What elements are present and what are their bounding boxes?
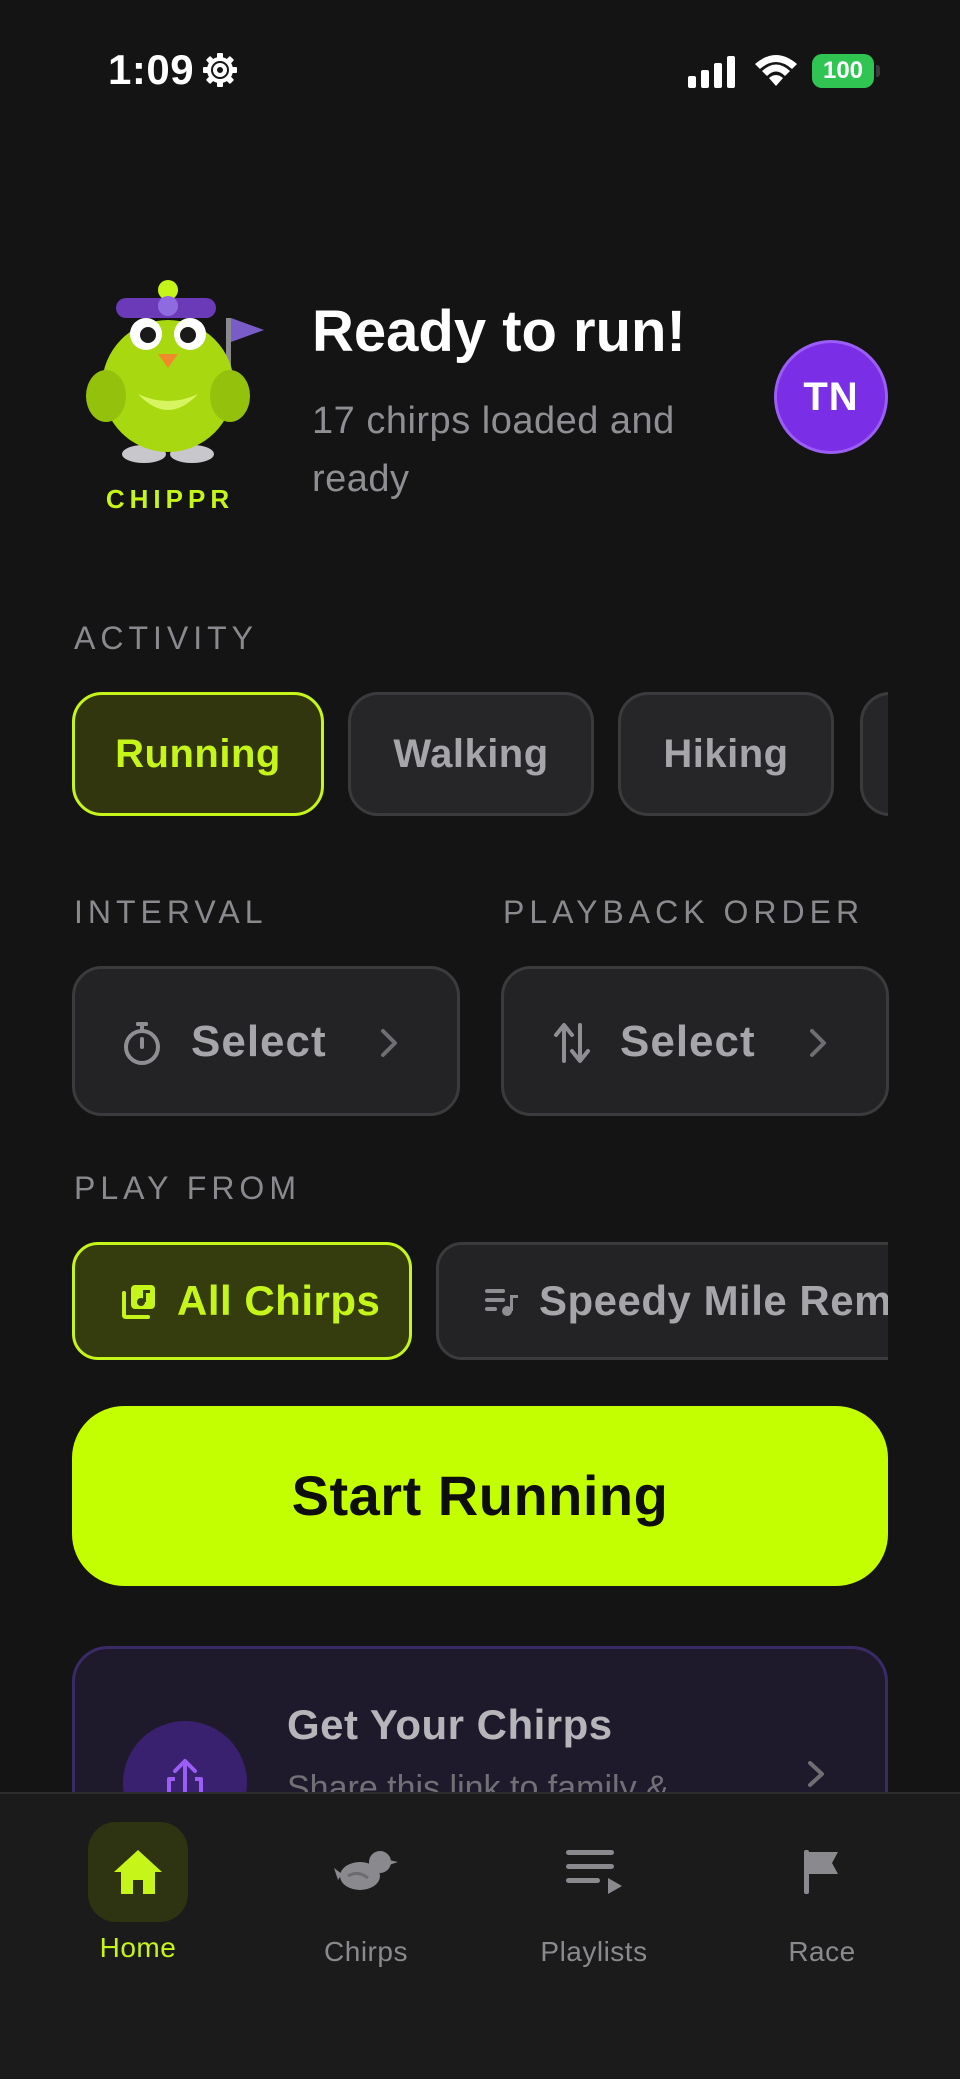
music-library-icon bbox=[122, 1285, 155, 1319]
tab-home-label: Home bbox=[99, 1932, 177, 1963]
brand-name: CHIPPR bbox=[105, 484, 235, 514]
gear-icon bbox=[203, 53, 237, 87]
playback-order-select[interactable]: Select bbox=[501, 966, 889, 1116]
activity-chip-hiking[interactable]: Hiking bbox=[618, 692, 834, 816]
chevron-right-icon bbox=[381, 1029, 397, 1057]
tab-playlists-label: Playlists bbox=[540, 1936, 648, 1967]
tab-chirps-label: Chirps bbox=[324, 1936, 408, 1967]
page-title: Ready to run! bbox=[312, 299, 686, 364]
activity-chip-walking[interactable]: Walking bbox=[348, 692, 594, 816]
activity-chip-more[interactable] bbox=[860, 692, 888, 816]
bird-icon bbox=[334, 1851, 398, 1890]
tab-bar: Home Chirps Playlists Race bbox=[0, 1792, 960, 2079]
play-from-playlist[interactable]: Speedy Mile Remi bbox=[436, 1242, 888, 1360]
play-from-all-chirps[interactable]: All Chirps bbox=[72, 1242, 412, 1360]
play-from-options: All Chirps Speedy Mile Remi bbox=[72, 1242, 888, 1360]
tab-race[interactable]: Race bbox=[722, 1822, 922, 2022]
battery-icon: 100 bbox=[812, 54, 880, 88]
tab-chirps[interactable]: Chirps bbox=[266, 1822, 466, 2022]
activity-chips: Running Walking Hiking bbox=[72, 692, 888, 816]
cellular-signal-icon bbox=[688, 56, 735, 88]
activity-chip-running[interactable]: Running bbox=[72, 692, 324, 816]
play-from-label: PLAY FROM bbox=[74, 1170, 301, 1206]
status-bar: 1:09 100 bbox=[0, 0, 960, 140]
chevron-right-icon bbox=[808, 1761, 824, 1787]
interval-value: Select bbox=[191, 1017, 327, 1066]
mascot-logo bbox=[86, 280, 264, 463]
activity-label: ACTIVITY bbox=[74, 620, 259, 656]
tab-playlists[interactable]: Playlists bbox=[494, 1822, 694, 2022]
interval-label: INTERVAL bbox=[74, 894, 268, 930]
tab-race-label: Race bbox=[788, 1936, 856, 1967]
sort-arrows-icon bbox=[554, 1023, 590, 1063]
home-icon bbox=[114, 1850, 162, 1894]
start-running-button[interactable]: Start Running bbox=[72, 1406, 888, 1586]
playback-order-label: PLAYBACK ORDER bbox=[503, 894, 865, 930]
interval-select[interactable]: Select bbox=[72, 966, 460, 1116]
play-from-all-chirps-label: All Chirps bbox=[177, 1277, 381, 1324]
tab-home[interactable]: Home bbox=[38, 1822, 238, 2022]
playback-order-value: Select bbox=[620, 1017, 756, 1066]
chevron-right-icon bbox=[810, 1029, 826, 1057]
flag-icon bbox=[804, 1850, 838, 1894]
wifi-icon bbox=[755, 55, 797, 86]
status-time: 1:09 bbox=[108, 46, 195, 93]
battery-level: 100 bbox=[812, 54, 874, 88]
avatar[interactable]: TN bbox=[774, 340, 888, 454]
page-subtitle: 17 chirps loaded and ready bbox=[312, 400, 675, 500]
playlist-icon bbox=[485, 1289, 518, 1316]
stopwatch-icon bbox=[124, 1022, 160, 1065]
playlist-icon bbox=[566, 1850, 622, 1894]
card-title: Get Your Chirps bbox=[287, 1701, 613, 1748]
play-from-playlist-label: Speedy Mile Remi bbox=[539, 1277, 888, 1324]
